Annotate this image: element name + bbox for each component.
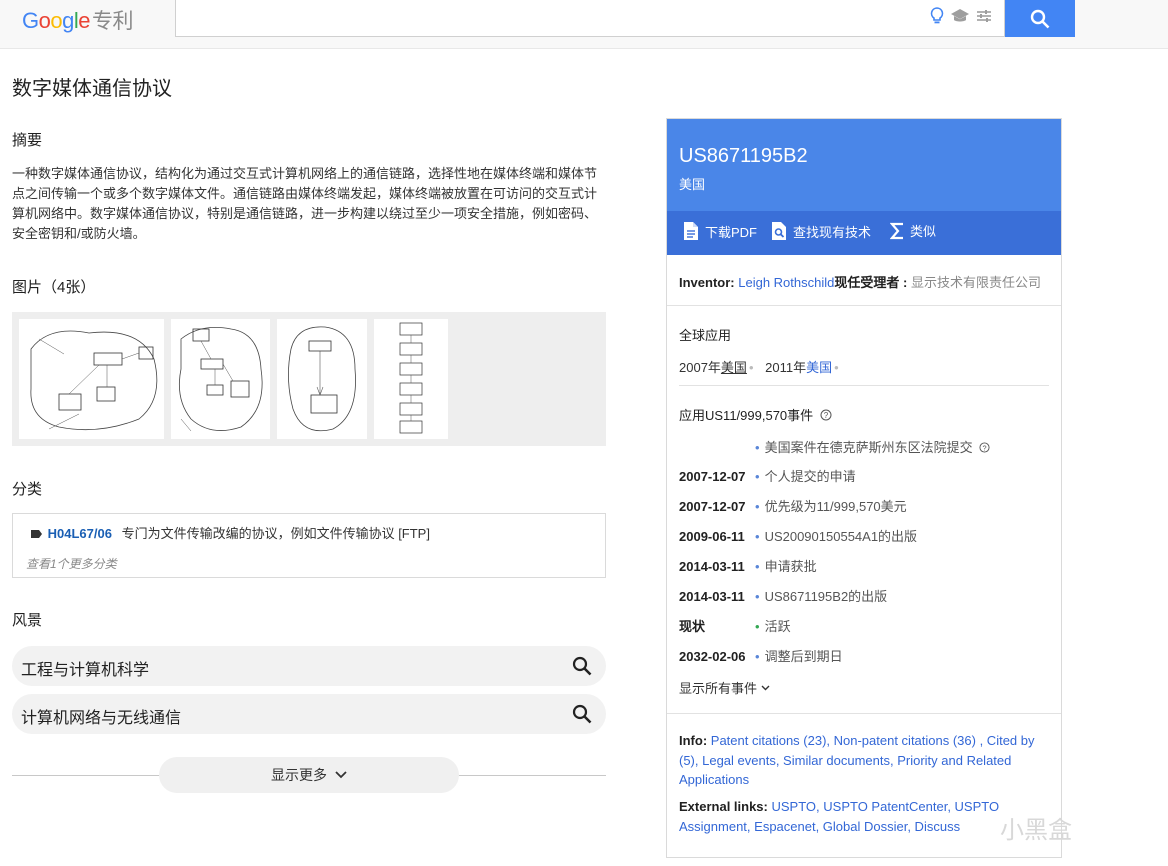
landscape-item[interactable]: 计算机网络与无线通信 <box>12 694 606 734</box>
event-row: 2032-02-06 • 调整后到期日 <box>679 649 843 664</box>
info-links: Info: Patent citations (23), Non-patent … <box>679 733 1035 787</box>
show-more-button[interactable]: 显示更多 <box>159 757 459 793</box>
inventor-label: Inventor: <box>679 275 735 290</box>
pdf-document-icon <box>684 222 698 240</box>
help-icon[interactable]: ? <box>820 409 832 421</box>
svg-text:?: ? <box>983 443 987 452</box>
patent-figure-thumbnail[interactable] <box>19 319 164 439</box>
show-all-events-link[interactable]: 显示所有事件 <box>679 678 770 697</box>
global-app-country-link[interactable]: 美国 <box>806 360 832 375</box>
search-icon <box>1030 9 1050 28</box>
global-applications-row: 2007年美国 • 2011年美国 • <box>679 360 839 375</box>
classification-heading: 分类 <box>12 481 43 498</box>
lightbulb-icon[interactable] <box>930 7 944 30</box>
sigma-icon <box>890 222 903 239</box>
event-row: 2007-12-07 • 优先级为11/999,570美元 <box>679 499 907 514</box>
landscape-item-label: 计算机网络与无线通信 <box>21 710 182 727</box>
classification-code-link[interactable]: H04L67/06 <box>48 526 112 541</box>
event-row: 2009-06-11 • US20090150554A1的出版 <box>679 529 918 544</box>
download-pdf-button[interactable]: 下载PDF <box>683 221 757 241</box>
tag-icon <box>31 530 42 538</box>
images-strip <box>12 312 606 446</box>
landscape-item-label: 工程与计算机科学 <box>21 662 150 679</box>
patent-figure-thumbnail[interactable] <box>171 319 270 439</box>
divider <box>667 713 1061 714</box>
document-search-icon <box>772 222 786 240</box>
event-row: 2014-03-11 • 申请获批 <box>679 559 817 574</box>
search-box <box>175 0 1005 37</box>
landscape-heading: 风景 <box>12 612 43 629</box>
help-icon[interactable]: ? <box>979 442 990 453</box>
assignee-name[interactable]: 显示技术有限责任公司 <box>911 275 1041 290</box>
patent-info-panel: US8671195B2 美国 下载PDF 查找现有技术 类似 Inventor:… <box>666 118 1062 858</box>
top-header: Google专利 <box>0 0 1168 49</box>
chevron-down-icon <box>335 771 347 779</box>
event-row: 2007-12-07 • 个人提交的申请 <box>679 469 856 484</box>
info-links-text[interactable]: Patent citations (23), Non-patent citati… <box>679 733 1035 787</box>
chevron-down-icon <box>761 685 770 691</box>
global-app-country-link[interactable]: 美国 <box>721 360 747 375</box>
tune-icon[interactable] <box>976 8 992 29</box>
google-patents-logo[interactable]: Google专利 <box>22 5 134 35</box>
divider <box>679 385 1049 386</box>
patent-figure-thumbnail[interactable] <box>374 319 448 439</box>
event-row: 现状 • 活跃 <box>679 619 791 634</box>
patent-number: US8671195B2 <box>679 145 808 167</box>
find-prior-art-button[interactable]: 查找现有技术 <box>771 221 871 241</box>
search-icon[interactable] <box>572 656 592 676</box>
classification-box: H04L67/06 专门为文件传输改编的协议，例如文件传输协议 [FTP] 查看… <box>12 513 606 578</box>
external-links: External links: USPTO, USPTO PatentCente… <box>679 799 1000 834</box>
search-input[interactable] <box>186 0 906 34</box>
patent-figure-thumbnail[interactable] <box>277 319 367 439</box>
event-row: 2014-03-11 • US8671195B2的出版 <box>679 589 888 604</box>
patent-country: 美国 <box>679 177 706 192</box>
svg-text:?: ? <box>824 411 829 420</box>
images-heading: 图片（4张） <box>12 279 96 296</box>
search-icon[interactable] <box>572 704 592 724</box>
search-button[interactable] <box>1005 0 1075 37</box>
page-title: 数字媒体通信协议 <box>12 78 172 100</box>
panel-header: US8671195B2 美国 <box>667 119 1061 211</box>
watermark: 小黑盒 <box>1000 817 1072 844</box>
inventor-link[interactable]: Leigh Rothschild <box>738 275 834 290</box>
abstract-heading: 摘要 <box>12 132 43 149</box>
similar-button[interactable]: 类似 <box>890 221 936 240</box>
events-heading: 应用US11/999,570事件 ? <box>679 405 832 424</box>
assignee-label: 现任受理者 : <box>834 275 908 290</box>
classification-row: H04L67/06 专门为文件传输改编的协议，例如文件传输协议 [FTP] <box>31 523 430 542</box>
landscape-item[interactable]: 工程与计算机科学 <box>12 646 606 686</box>
panel-action-bar: 下载PDF 查找现有技术 类似 <box>667 211 1061 255</box>
inventor-assignee-row: Inventor: Leigh Rothschild现任受理者 : 显示技术有限… <box>679 272 1041 291</box>
abstract-text: 一种数字媒体通信协议，结构化为通过交互式计算机网络上的通信链路，选择性地在媒体终… <box>12 166 598 241</box>
event-row: • 美国案件在德克萨斯州东区法院提交 ? <box>679 437 990 456</box>
scholar-cap-icon[interactable] <box>950 8 970 29</box>
more-classifications-link[interactable]: 查看1个更多分类 <box>26 555 117 572</box>
divider <box>667 305 1061 306</box>
global-applications-heading: 全球应用 <box>679 328 732 343</box>
classification-description: 专门为文件传输改编的协议，例如文件传输协议 [FTP] <box>121 526 430 541</box>
